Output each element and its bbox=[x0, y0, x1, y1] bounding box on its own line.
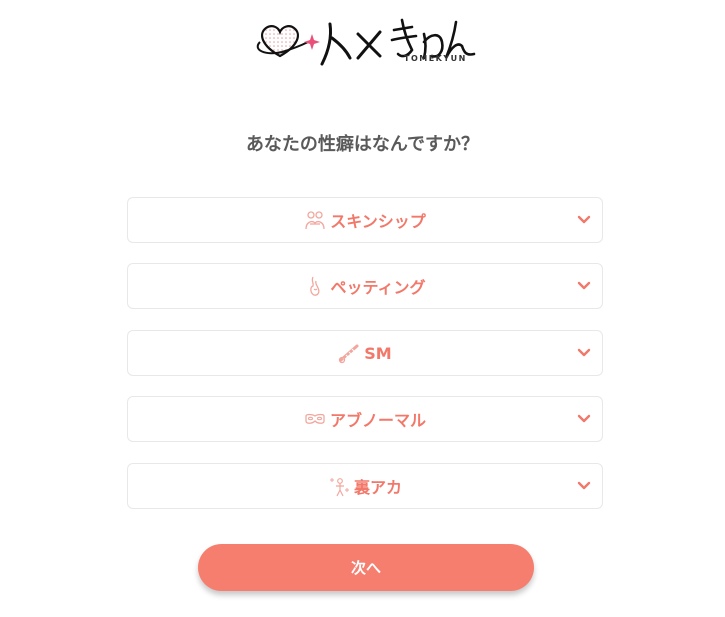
chevron-down-icon bbox=[577, 348, 591, 357]
tomekyun-logo bbox=[256, 18, 476, 66]
chevron-down-icon bbox=[577, 215, 591, 224]
category-sm[interactable]: SM bbox=[127, 330, 603, 376]
next-button[interactable]: 次へ bbox=[198, 544, 534, 591]
chevron-down-icon bbox=[577, 481, 591, 490]
category-label: 裏アカ bbox=[353, 478, 402, 497]
category-label: SM bbox=[364, 343, 392, 363]
question-heading: あなたの性癖はなんですか？ bbox=[245, 134, 480, 155]
hug-icon bbox=[305, 211, 325, 230]
category-urakaa[interactable]: 裏アカ bbox=[127, 463, 603, 509]
chevron-down-icon bbox=[577, 414, 591, 423]
finger-icon bbox=[310, 276, 320, 296]
category-abnormal[interactable]: アブノーマル bbox=[127, 396, 603, 442]
rope-icon bbox=[339, 344, 359, 364]
chevron-down-icon bbox=[577, 281, 591, 290]
category-label: スキンシップ bbox=[330, 212, 426, 231]
category-petting[interactable]: ペッティング bbox=[127, 263, 603, 309]
mask-icon bbox=[305, 413, 325, 424]
category-label: アブノーマル bbox=[329, 411, 426, 430]
sparkle-person-icon bbox=[329, 478, 349, 497]
category-label: ペッティング bbox=[330, 278, 426, 297]
logo-subtitle: TOMEKYUN bbox=[404, 54, 467, 63]
category-skinship[interactable]: スキンシップ bbox=[127, 197, 603, 243]
